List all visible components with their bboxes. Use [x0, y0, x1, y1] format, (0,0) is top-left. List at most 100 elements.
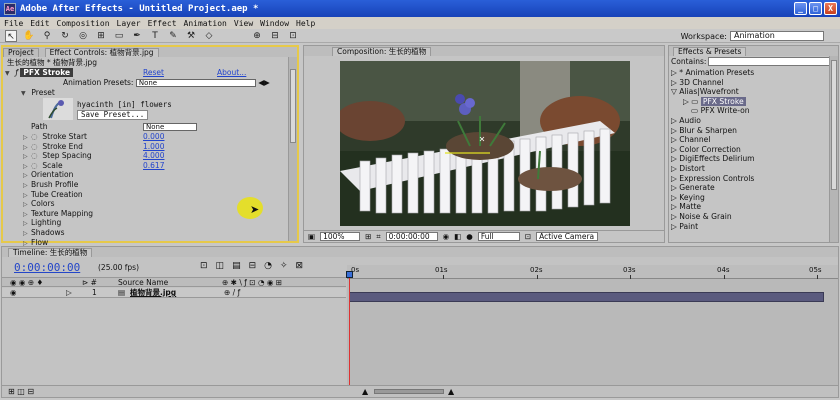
list-item[interactable]: ▭ PFX Write-on [671, 106, 831, 116]
group-brush-profile[interactable]: ▷ Brush Profile [23, 180, 78, 190]
tab-timeline[interactable]: Timeline: 生长的植物 [8, 248, 93, 257]
fast-previews-icon[interactable]: ⊡ [525, 232, 531, 241]
list-item-selected[interactable]: ▷ ▭ PFX Stroke [671, 96, 831, 107]
show-channel-icon[interactable]: ◧ [454, 232, 461, 241]
collapse-triangle-icon[interactable]: ▼ [5, 69, 13, 79]
cti-handle[interactable] [346, 271, 353, 278]
list-item[interactable]: ▷ Matte [671, 202, 831, 212]
composition-viewer[interactable] [340, 61, 630, 226]
zoom-slider[interactable] [374, 389, 444, 394]
minimize-button[interactable]: _ [794, 2, 807, 15]
group-colors[interactable]: ▷ Colors [23, 199, 55, 209]
scrollbar-thumb[interactable] [831, 60, 837, 190]
stopwatch-icon[interactable]: ◌ [31, 142, 40, 152]
list-item[interactable]: ▷ Color Correction [671, 145, 831, 155]
fx-toggle-icon[interactable]: ƒ [15, 68, 18, 77]
list-item[interactable]: ▷ 3D Channel [671, 78, 831, 88]
menu-effect[interactable]: Effect [148, 19, 177, 28]
menu-file[interactable]: File [4, 19, 23, 28]
group-tube-creation[interactable]: ▷ Tube Creation [23, 190, 83, 200]
list-item[interactable]: ▷ DigiEffects Delirium [671, 154, 831, 164]
source-name-header[interactable]: Source Name [118, 278, 168, 287]
reset-link[interactable]: Reset [143, 68, 164, 78]
graph-editor-icon[interactable]: ⊠ [296, 261, 304, 271]
list-item[interactable]: ▷ Distort [671, 164, 831, 174]
brainstorm-icon[interactable]: ✧ [280, 261, 288, 271]
clone-stamp-icon[interactable]: ⚒ [185, 30, 197, 42]
list-item[interactable]: ▷ Channel [671, 135, 831, 145]
zoom-in-icon[interactable]: ▲ [448, 387, 454, 396]
comp-timecode[interactable]: 0:00:00:00 [385, 232, 438, 241]
frame-blending-icon[interactable]: ⊟ [249, 261, 257, 271]
contains-input[interactable] [708, 57, 837, 66]
list-item[interactable]: ▷ Blur & Sharpen [671, 126, 831, 136]
close-button[interactable]: X [824, 2, 837, 15]
effect-controls-scrollbar[interactable] [288, 57, 297, 241]
view-axis-icon[interactable]: ⊡ [287, 30, 299, 42]
text-tool-icon[interactable]: T [149, 30, 161, 42]
menu-edit[interactable]: Edit [30, 19, 49, 28]
active-camera-dropdown[interactable]: Active Camera [536, 232, 599, 241]
current-time-indicator[interactable] [346, 271, 353, 385]
stopwatch-icon[interactable]: ◌ [31, 132, 40, 142]
param-value[interactable]: 0.617 [143, 161, 164, 171]
eraser-tool-icon[interactable]: ◇ [203, 30, 215, 42]
list-item[interactable]: ▷ Expression Controls [671, 174, 831, 184]
comp-mini-flowchart-icon[interactable]: ⊡ [200, 261, 208, 271]
selection-tool-icon[interactable]: ↖ [5, 29, 17, 42]
menu-help[interactable]: Help [296, 19, 315, 28]
group-lighting[interactable]: ▷ Lighting [23, 218, 61, 228]
list-item[interactable]: ▷ Audio [671, 116, 831, 126]
local-axis-icon[interactable]: ⊕ [251, 30, 263, 42]
timeline-footer-icons[interactable]: ⊞ ◫ ⊟ [8, 387, 34, 396]
world-axis-icon[interactable]: ⊟ [269, 30, 281, 42]
color-channel-icon[interactable]: ● [466, 232, 473, 241]
zoom-out-icon[interactable]: ▲ [362, 387, 368, 396]
safe-margins-icon[interactable]: ⊞ [365, 232, 371, 241]
scrollbar-thumb[interactable] [290, 69, 296, 143]
list-item[interactable]: ▷ Noise & Grain [671, 212, 831, 222]
workspace-dropdown[interactable]: Animation [730, 31, 824, 41]
zoom-tool-icon[interactable]: ⚲ [41, 30, 53, 42]
list-item[interactable]: ▷ * Animation Presets [671, 68, 831, 78]
stopwatch-icon[interactable]: ◌ [31, 151, 40, 161]
animation-presets-dropdown[interactable]: None [135, 79, 256, 87]
expand-triangle-icon[interactable]: ▼ [21, 89, 29, 99]
param-value[interactable]: 4.000 [143, 151, 164, 161]
mask-tool-icon[interactable]: ▭ [113, 30, 125, 42]
param-value[interactable]: 1.000 [143, 142, 164, 152]
maximize-button[interactable]: □ [809, 2, 822, 15]
hand-tool-icon[interactable]: ✋ [23, 30, 35, 42]
draft-3d-icon[interactable]: ◫ [216, 261, 225, 271]
layer-switches-icon[interactable]: ⊕ / ƒ [224, 288, 240, 297]
motion-blur-icon[interactable]: ◔ [264, 261, 272, 271]
menu-window[interactable]: Window [260, 19, 289, 28]
tab-effects-presets[interactable]: Effects & Presets [673, 47, 747, 56]
brush-tool-icon[interactable]: ✎ [167, 30, 179, 42]
time-ruler[interactable]: 0s 01s 02s 03s 04s 05s [347, 265, 838, 279]
layer-name[interactable]: 植物背景.jpg [130, 288, 176, 297]
region-of-interest-icon[interactable]: ⌗ [376, 232, 380, 242]
visibility-eye-icon[interactable]: ◉ [10, 288, 17, 297]
expand-triangle-icon[interactable]: ▷ [66, 288, 72, 297]
layer-duration-bar[interactable] [349, 292, 824, 302]
tab-project[interactable]: Project [3, 48, 39, 57]
tab-composition[interactable]: Composition: 生长的植物 [332, 47, 432, 56]
presets-scrollbar[interactable] [829, 56, 838, 242]
group-shadows[interactable]: ▷ Shadows [23, 228, 65, 238]
path-dropdown[interactable]: None [143, 123, 197, 131]
list-item[interactable]: ▷ Generate [671, 183, 831, 193]
live-update-icon[interactable]: ▤ [232, 261, 241, 271]
menu-view[interactable]: View [234, 19, 253, 28]
snapshot-icon[interactable]: ◉ [443, 232, 450, 241]
group-texture-mapping[interactable]: ▷ Texture Mapping [23, 209, 93, 219]
group-orientation[interactable]: ▷ Orientation [23, 170, 73, 180]
about-link[interactable]: About... [217, 68, 246, 78]
param-value[interactable]: 0.000 [143, 132, 164, 142]
menu-animation[interactable]: Animation [184, 19, 227, 28]
pen-tool-icon[interactable]: ✒ [131, 30, 143, 42]
save-preset-button[interactable]: Save Preset... [77, 110, 149, 120]
preset-next-icon[interactable]: ▶ [264, 78, 270, 87]
toggle-transparency-icon[interactable]: ▣ [308, 232, 315, 241]
list-item[interactable]: ▽ Alias|Wavefront [671, 87, 831, 97]
